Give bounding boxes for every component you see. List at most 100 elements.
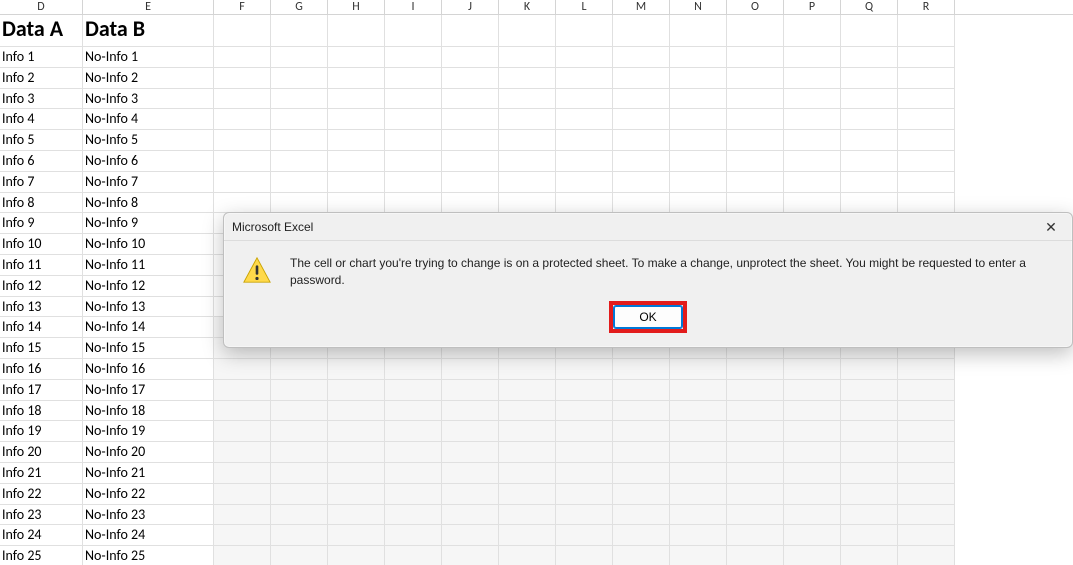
cell-r[interactable] (898, 380, 955, 401)
cell-e[interactable]: No-Info 18 (83, 401, 214, 422)
cell-e[interactable]: No-Info 24 (83, 525, 214, 546)
cell-f[interactable] (214, 109, 271, 130)
cell-k[interactable] (499, 89, 556, 110)
cell-q[interactable] (841, 89, 898, 110)
header-cell-d[interactable]: Data A (0, 15, 83, 47)
cell-k[interactable] (499, 484, 556, 505)
cell-h[interactable] (328, 89, 385, 110)
column-header-r[interactable]: R (898, 0, 955, 14)
cell-i[interactable] (385, 380, 442, 401)
cell-o[interactable] (727, 172, 784, 193)
cell-h[interactable] (328, 359, 385, 380)
cell-e[interactable]: No-Info 13 (83, 297, 214, 318)
cell-o[interactable] (727, 47, 784, 68)
cell-q[interactable] (841, 484, 898, 505)
cell-p[interactable] (784, 172, 841, 193)
cell-k[interactable] (499, 505, 556, 526)
cell-k[interactable] (499, 193, 556, 214)
cell-g[interactable] (271, 151, 328, 172)
cell-e[interactable]: No-Info 4 (83, 109, 214, 130)
cell-o[interactable] (727, 68, 784, 89)
cell-j[interactable] (442, 359, 499, 380)
column-header-h[interactable]: H (328, 0, 385, 14)
cell-n[interactable] (670, 525, 727, 546)
cell-n[interactable] (670, 89, 727, 110)
cell-j[interactable] (442, 130, 499, 151)
cell-q[interactable] (841, 442, 898, 463)
cell-f[interactable] (214, 130, 271, 151)
cell-d[interactable]: Info 7 (0, 172, 83, 193)
cell-n[interactable] (670, 359, 727, 380)
cell-p[interactable] (784, 89, 841, 110)
cell-q[interactable] (841, 401, 898, 422)
cell-e[interactable]: No-Info 8 (83, 193, 214, 214)
cell-h[interactable] (328, 525, 385, 546)
cell-m[interactable] (613, 130, 670, 151)
cell-d[interactable]: Info 18 (0, 401, 83, 422)
cell-d[interactable]: Info 14 (0, 317, 83, 338)
cell-l[interactable] (556, 151, 613, 172)
cell-j[interactable] (442, 109, 499, 130)
cell-r[interactable] (898, 546, 955, 565)
cell-d[interactable]: Info 13 (0, 297, 83, 318)
cell-k[interactable] (499, 442, 556, 463)
cell-i[interactable] (385, 484, 442, 505)
cell-n[interactable] (670, 380, 727, 401)
cell-p[interactable] (784, 463, 841, 484)
cell-n[interactable] (670, 172, 727, 193)
cell-i[interactable] (385, 505, 442, 526)
cell-g[interactable] (271, 359, 328, 380)
cell-e[interactable]: No-Info 10 (83, 234, 214, 255)
cell-d[interactable]: Info 12 (0, 276, 83, 297)
cell-e[interactable]: No-Info 16 (83, 359, 214, 380)
header-cell-g[interactable] (271, 15, 328, 47)
cell-f[interactable] (214, 525, 271, 546)
cell-i[interactable] (385, 151, 442, 172)
cell-e[interactable]: No-Info 7 (83, 172, 214, 193)
cell-l[interactable] (556, 109, 613, 130)
cell-h[interactable] (328, 401, 385, 422)
cell-e[interactable]: No-Info 15 (83, 338, 214, 359)
header-cell-r[interactable] (898, 15, 955, 47)
cell-k[interactable] (499, 421, 556, 442)
cell-r[interactable] (898, 130, 955, 151)
cell-j[interactable] (442, 421, 499, 442)
cell-l[interactable] (556, 89, 613, 110)
cell-q[interactable] (841, 193, 898, 214)
cell-g[interactable] (271, 484, 328, 505)
header-cell-k[interactable] (499, 15, 556, 47)
column-header-i[interactable]: I (385, 0, 442, 14)
cell-m[interactable] (613, 193, 670, 214)
cell-r[interactable] (898, 359, 955, 380)
cell-g[interactable] (271, 463, 328, 484)
cell-g[interactable] (271, 380, 328, 401)
cell-i[interactable] (385, 172, 442, 193)
cell-j[interactable] (442, 442, 499, 463)
cell-d[interactable]: Info 16 (0, 359, 83, 380)
cell-g[interactable] (271, 421, 328, 442)
cell-i[interactable] (385, 525, 442, 546)
cell-o[interactable] (727, 359, 784, 380)
cell-d[interactable]: Info 22 (0, 484, 83, 505)
cell-l[interactable] (556, 546, 613, 565)
cell-p[interactable] (784, 421, 841, 442)
cell-d[interactable]: Info 5 (0, 130, 83, 151)
cell-o[interactable] (727, 89, 784, 110)
cell-h[interactable] (328, 130, 385, 151)
cell-r[interactable] (898, 193, 955, 214)
cell-r[interactable] (898, 47, 955, 68)
cell-g[interactable] (271, 525, 328, 546)
cell-g[interactable] (271, 193, 328, 214)
cell-k[interactable] (499, 380, 556, 401)
header-cell-m[interactable] (613, 15, 670, 47)
cell-h[interactable] (328, 484, 385, 505)
cell-q[interactable] (841, 68, 898, 89)
cell-m[interactable] (613, 89, 670, 110)
cell-e[interactable]: No-Info 14 (83, 317, 214, 338)
cell-m[interactable] (613, 109, 670, 130)
cell-f[interactable] (214, 151, 271, 172)
cell-k[interactable] (499, 463, 556, 484)
column-header-l[interactable]: L (556, 0, 613, 14)
column-header-o[interactable]: O (727, 0, 784, 14)
header-cell-j[interactable] (442, 15, 499, 47)
